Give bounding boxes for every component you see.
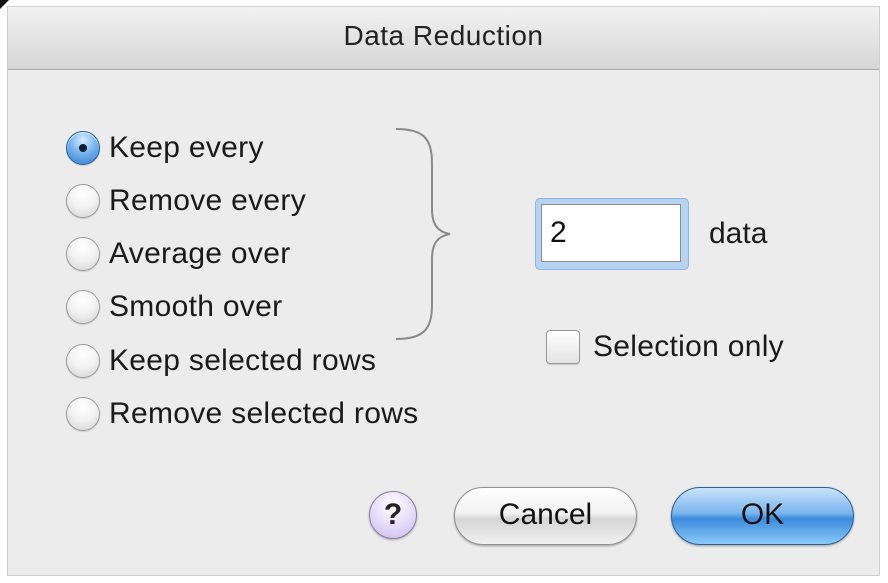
radio-button[interactable]: [66, 237, 100, 271]
dialog-title: Data Reduction: [343, 20, 544, 51]
radio-button[interactable]: [66, 290, 100, 324]
help-button[interactable]: ?: [369, 491, 417, 539]
selection-only-checkbox[interactable]: [546, 330, 580, 364]
option-label: Average over: [109, 237, 291, 270]
count-field-focus-ring: [536, 199, 688, 269]
radio-option-smooth-over[interactable]: Smooth over: [66, 287, 282, 327]
unit-label: data: [709, 217, 768, 250]
count-input[interactable]: [541, 204, 681, 262]
radio-option-keep-selected-rows[interactable]: Keep selected rows: [66, 341, 376, 381]
option-label: Remove every: [109, 184, 307, 217]
option-label: Keep selected rows: [109, 344, 377, 377]
radio-dot-icon: [79, 144, 87, 152]
radio-option-keep-every[interactable]: Keep every: [66, 128, 264, 168]
option-label: Smooth over: [109, 290, 283, 323]
window-corner-mark: [0, 0, 9, 9]
radio-option-average-over[interactable]: Average over: [66, 234, 291, 274]
radio-option-remove-selected-rows[interactable]: Remove selected rows: [66, 394, 418, 434]
data-reduction-dialog: Data Reduction Keep every Remove every A…: [7, 6, 880, 576]
radio-button[interactable]: [66, 344, 100, 378]
selection-only-checkbox-row[interactable]: Selection only: [546, 327, 784, 367]
brace-icon: [395, 128, 451, 340]
ok-button[interactable]: OK: [671, 487, 854, 545]
radio-option-remove-every[interactable]: Remove every: [66, 181, 306, 221]
radio-button-checked[interactable]: [66, 131, 100, 165]
cancel-button[interactable]: Cancel: [454, 487, 637, 545]
radio-button[interactable]: [66, 397, 100, 431]
selection-only-label: Selection only: [593, 330, 784, 363]
option-label: Remove selected rows: [109, 397, 419, 430]
title-bar[interactable]: Data Reduction: [8, 7, 879, 70]
radio-button[interactable]: [66, 184, 100, 218]
option-label: Keep every: [109, 131, 264, 164]
